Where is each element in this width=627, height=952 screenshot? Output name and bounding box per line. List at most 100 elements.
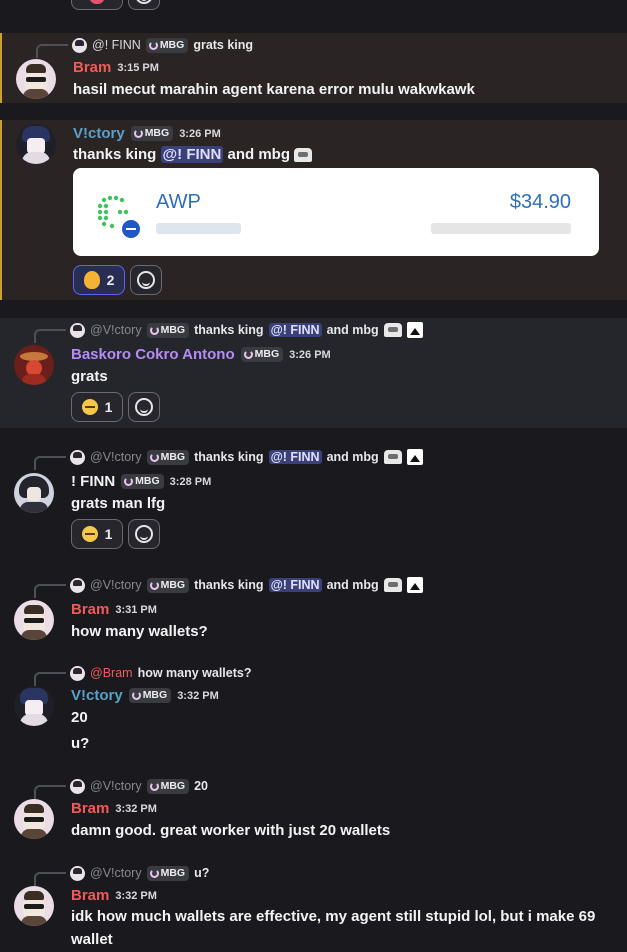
token-ticker: AWP — [156, 191, 201, 213]
avatar[interactable] — [16, 59, 56, 99]
username[interactable]: Bram — [71, 601, 109, 618]
username[interactable]: ! FINN — [71, 473, 115, 490]
message-bram-3[interactable]: @V!ctory MBG 20 Bram 3:32 PM damn good. … — [0, 775, 627, 847]
role-tag: MBG — [240, 347, 284, 362]
message-victory-2[interactable]: @Bram how many wallets? V!ctory MBG 3:32… — [0, 661, 627, 756]
message-text: how many wallets? — [71, 623, 208, 640]
image-attachment-icon — [406, 322, 423, 338]
role-tag: MBG — [128, 688, 172, 703]
price-embed-card[interactable]: AWP $34.90 — [73, 168, 599, 256]
avatar[interactable] — [14, 686, 54, 726]
reply-preview[interactable]: @V!ctory MBG thanks king @! FINN and mbg — [34, 576, 423, 598]
reply-preview[interactable]: @Bram how many wallets? — [34, 664, 251, 686]
reply-preview[interactable]: @V!ctory MBG thanks king @! FINN and mbg — [34, 448, 423, 470]
avatar[interactable] — [14, 886, 54, 926]
user-mention[interactable]: @! FINN — [160, 146, 224, 163]
moon-icon — [149, 580, 159, 590]
role-tag-label: MBG — [159, 38, 185, 51]
avatar[interactable] — [14, 345, 54, 385]
role-tag-label: MBG — [160, 866, 186, 879]
reaction-fire[interactable]: 2 — [73, 265, 125, 295]
role-tag-label: MBG — [254, 348, 280, 360]
message-bram-1[interactable]: @! FINN MBG grats king Bram 3:15 PM hasi… — [0, 33, 627, 103]
message-baskoro[interactable]: @V!ctory MBG thanks king @! FINN and mbg… — [0, 318, 627, 428]
reply-avatar-icon — [70, 577, 85, 593]
role-tag: MBG — [146, 449, 190, 465]
message-victory-1[interactable]: V!ctory MBG 3:26 PM thanks king @! FINN … — [0, 120, 627, 300]
reaction-sleepy[interactable]: 1 — [71, 519, 123, 549]
add-reaction-button[interactable] — [128, 0, 160, 10]
message-text: wallet — [71, 931, 113, 948]
avatar[interactable] — [14, 473, 54, 513]
sleepy-emoji-icon — [81, 399, 98, 415]
reply-preview[interactable]: @! FINN MBG grats king — [36, 36, 254, 58]
role-tag: MBG — [130, 126, 174, 141]
timestamp: 3:26 PM — [289, 348, 331, 361]
avatar[interactable] — [14, 600, 54, 640]
reaction-sleepy[interactable]: 1 — [71, 392, 123, 422]
moon-icon — [131, 691, 141, 700]
reaction-count: 1 — [104, 399, 113, 415]
reaction-count: 2 — [106, 272, 115, 288]
reply-author[interactable]: @V!ctory — [90, 578, 142, 592]
reply-author[interactable]: @V!ctory — [90, 323, 142, 337]
reply-connector — [34, 872, 66, 886]
message-text: damn good. great worker with just 20 wal… — [71, 822, 391, 839]
reply-text: thanks king — [194, 578, 264, 592]
username[interactable]: Bram — [73, 59, 111, 76]
role-tag: MBG — [121, 474, 164, 489]
message-bram-2[interactable]: @V!ctory MBG thanks king @! FINN and mbg… — [0, 573, 627, 648]
reply-avatar-icon — [70, 449, 85, 465]
reply-text: and mbg — [326, 450, 379, 464]
role-tag-label: MBG — [142, 689, 168, 701]
message-bram-4[interactable]: @V!ctory MBG u? Bram 3:32 PM idk how muc… — [0, 862, 627, 952]
message-finn[interactable]: @V!ctory MBG thanks king @! FINN and mbg… — [0, 445, 627, 555]
reply-author[interactable]: @V!ctory — [90, 866, 142, 880]
reply-author[interactable]: @! FINN — [92, 38, 141, 52]
reply-connector — [36, 44, 68, 58]
smile-icon — [135, 0, 153, 4]
reply-preview[interactable]: @V!ctory MBG u? — [34, 864, 210, 886]
message-text: grats man lfg — [71, 495, 166, 512]
heart-emoji-icon — [89, 0, 105, 4]
reaction-cutoff[interactable] — [71, 0, 123, 10]
reply-text: u? — [194, 866, 210, 880]
role-tag: MBG — [146, 322, 190, 338]
username[interactable]: V!ctory — [71, 687, 123, 704]
message-text: grats — [71, 368, 108, 385]
avatar[interactable] — [14, 799, 54, 839]
add-reaction-button[interactable] — [128, 392, 160, 422]
message-text: 20 — [71, 709, 88, 726]
add-reaction-button[interactable] — [130, 265, 162, 295]
text-segment: and mbg — [227, 146, 291, 163]
moon-icon — [149, 868, 159, 878]
reply-mention: @! FINN — [268, 450, 322, 464]
custom-emoji-icon — [383, 323, 402, 337]
username[interactable]: V!ctory — [73, 125, 125, 142]
message-text: thanks king @! FINN and mbg — [73, 146, 313, 163]
username[interactable]: Baskoro Cokro Antono — [71, 346, 235, 363]
reply-author[interactable]: @V!ctory — [90, 779, 142, 793]
role-tag: MBG — [146, 778, 190, 794]
role-tag-label: MBG — [144, 127, 170, 139]
reply-preview[interactable]: @V!ctory MBG thanks king @! FINN and mbg — [34, 321, 423, 343]
sleepy-emoji-icon — [81, 526, 98, 542]
reply-mention: @! FINN — [268, 323, 322, 337]
reply-avatar-icon — [70, 865, 85, 881]
reply-connector — [34, 672, 66, 686]
moon-icon — [124, 477, 134, 486]
role-tag: MBG — [146, 865, 190, 881]
add-reaction-button[interactable] — [128, 519, 160, 549]
timestamp: 3:15 PM — [117, 61, 159, 74]
message-text: idk how much wallets are effective, my a… — [71, 908, 596, 925]
moon-icon — [149, 781, 159, 791]
username[interactable]: Bram — [71, 800, 109, 817]
timestamp: 3:32 PM — [115, 889, 157, 902]
username[interactable]: Bram — [71, 887, 109, 904]
reply-author[interactable]: @V!ctory — [90, 450, 142, 464]
smile-icon — [135, 525, 153, 543]
reply-text: grats king — [193, 38, 254, 52]
avatar[interactable] — [16, 124, 56, 164]
reply-author[interactable]: @Bram — [90, 666, 133, 680]
reply-preview[interactable]: @V!ctory MBG 20 — [34, 777, 208, 799]
